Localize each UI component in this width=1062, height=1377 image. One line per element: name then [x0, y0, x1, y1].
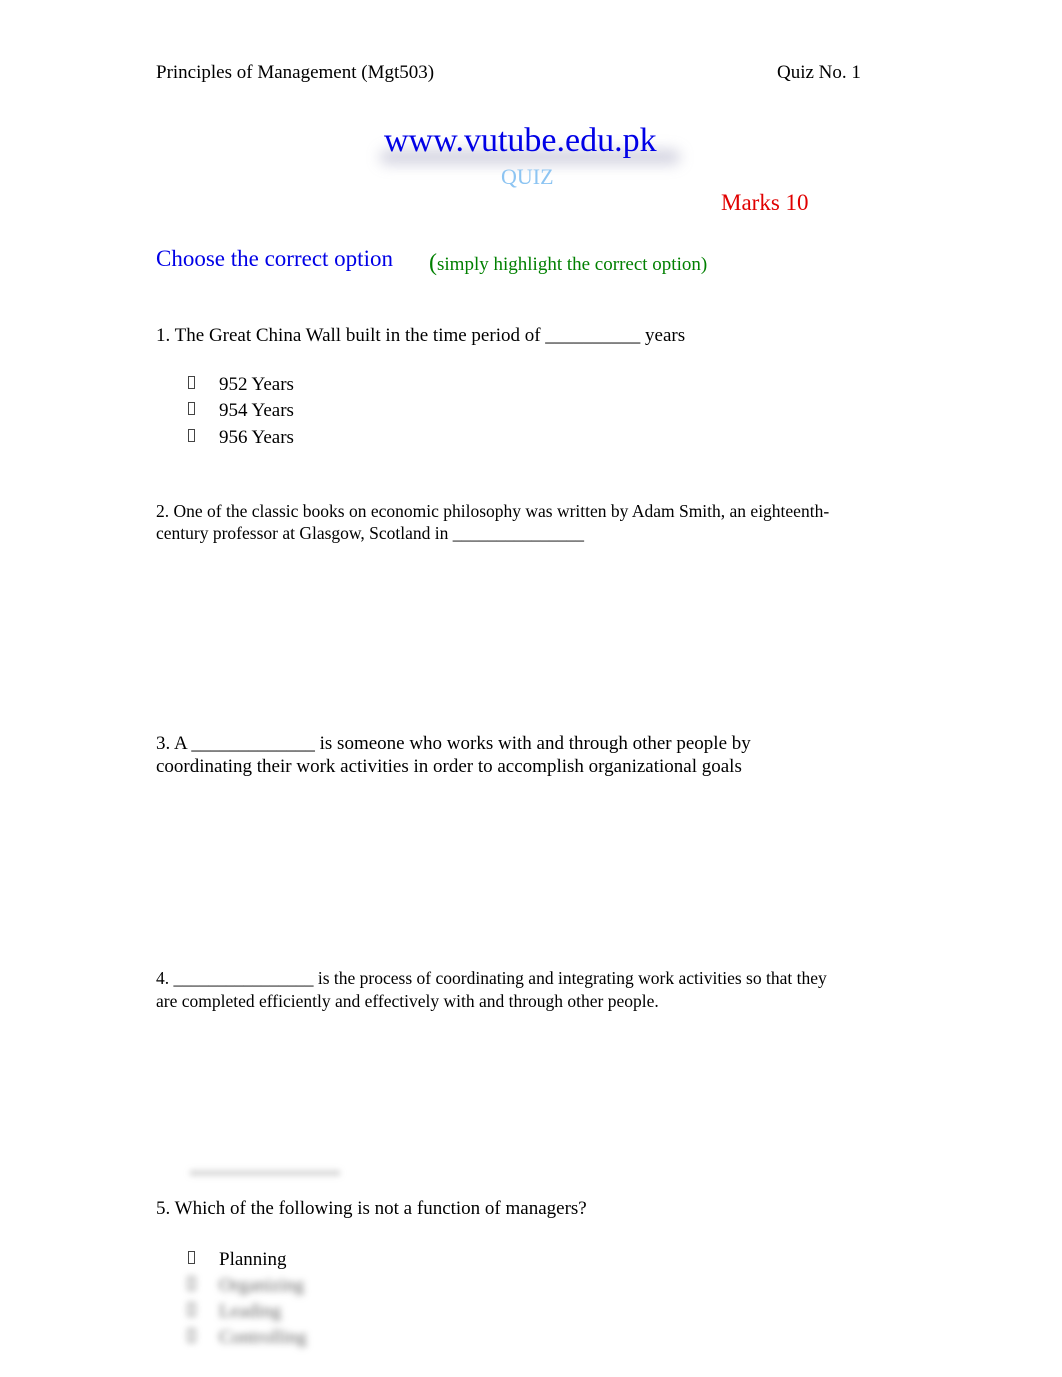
- bullet-icon: [188, 402, 195, 415]
- question-2-line-2: century professor at Glasgow, Scotland i…: [156, 523, 585, 543]
- option-q5-b[interactable]: Organizing: [188, 1275, 304, 1297]
- hint-text: simply highlight the correct option): [437, 254, 708, 275]
- option-label: 952 Years: [219, 374, 294, 395]
- question-4-line-1: 4. ________________ is the process of co…: [156, 968, 827, 988]
- option-label: Leading: [219, 1301, 282, 1322]
- option-label: Controlling: [219, 1327, 307, 1348]
- option-label: Planning: [219, 1249, 287, 1270]
- option-q1-c[interactable]: 956 Years: [188, 427, 294, 449]
- question-5: 5. Which of the following is not a funct…: [156, 1198, 587, 1219]
- option-q1-a[interactable]: 952 Years: [188, 374, 294, 396]
- blurred-smudge: [190, 1170, 340, 1176]
- bullet-icon: [188, 429, 195, 442]
- bullet-icon: [188, 376, 195, 389]
- bullet-icon: [188, 1303, 195, 1316]
- quiz-number: Quiz No. 1: [777, 62, 861, 83]
- title-block: www.vutube.edu.pk QUIZ: [370, 122, 690, 192]
- question-3-line-2: coordinating their work activities in or…: [156, 756, 742, 777]
- site-link[interactable]: www.vutube.edu.pk: [384, 122, 657, 160]
- option-label: 956 Years: [219, 427, 294, 448]
- instruction-heading: Choose the correct option: [156, 246, 393, 271]
- marks-label: Marks 10: [721, 190, 809, 215]
- option-q1-b[interactable]: 954 Years: [188, 400, 294, 422]
- question-1: 1. The Great China Wall built in the tim…: [156, 325, 686, 346]
- question-4-line-2: are completed efficiently and effectivel…: [156, 991, 659, 1011]
- bullet-icon: [188, 1277, 195, 1290]
- option-q5-d[interactable]: Controlling: [188, 1327, 307, 1349]
- bullet-icon: [188, 1329, 195, 1342]
- option-label: 954 Years: [219, 400, 294, 421]
- option-label: Organizing: [219, 1275, 305, 1296]
- course-title: Principles of Management (Mgt503): [156, 62, 435, 83]
- quiz-subtitle: QUIZ: [501, 164, 554, 189]
- question-2-line-1: 2. One of the classic books on economic …: [156, 501, 830, 521]
- option-q5-a[interactable]: Planning: [188, 1249, 287, 1271]
- question-3-line-1: 3. A _____________ is someone who works …: [156, 733, 751, 754]
- hint-paren: (: [429, 250, 437, 276]
- instruction-hint: (simply highlight the correct option): [429, 250, 707, 277]
- bullet-icon: [188, 1251, 195, 1264]
- option-q5-c[interactable]: Leading: [188, 1301, 281, 1323]
